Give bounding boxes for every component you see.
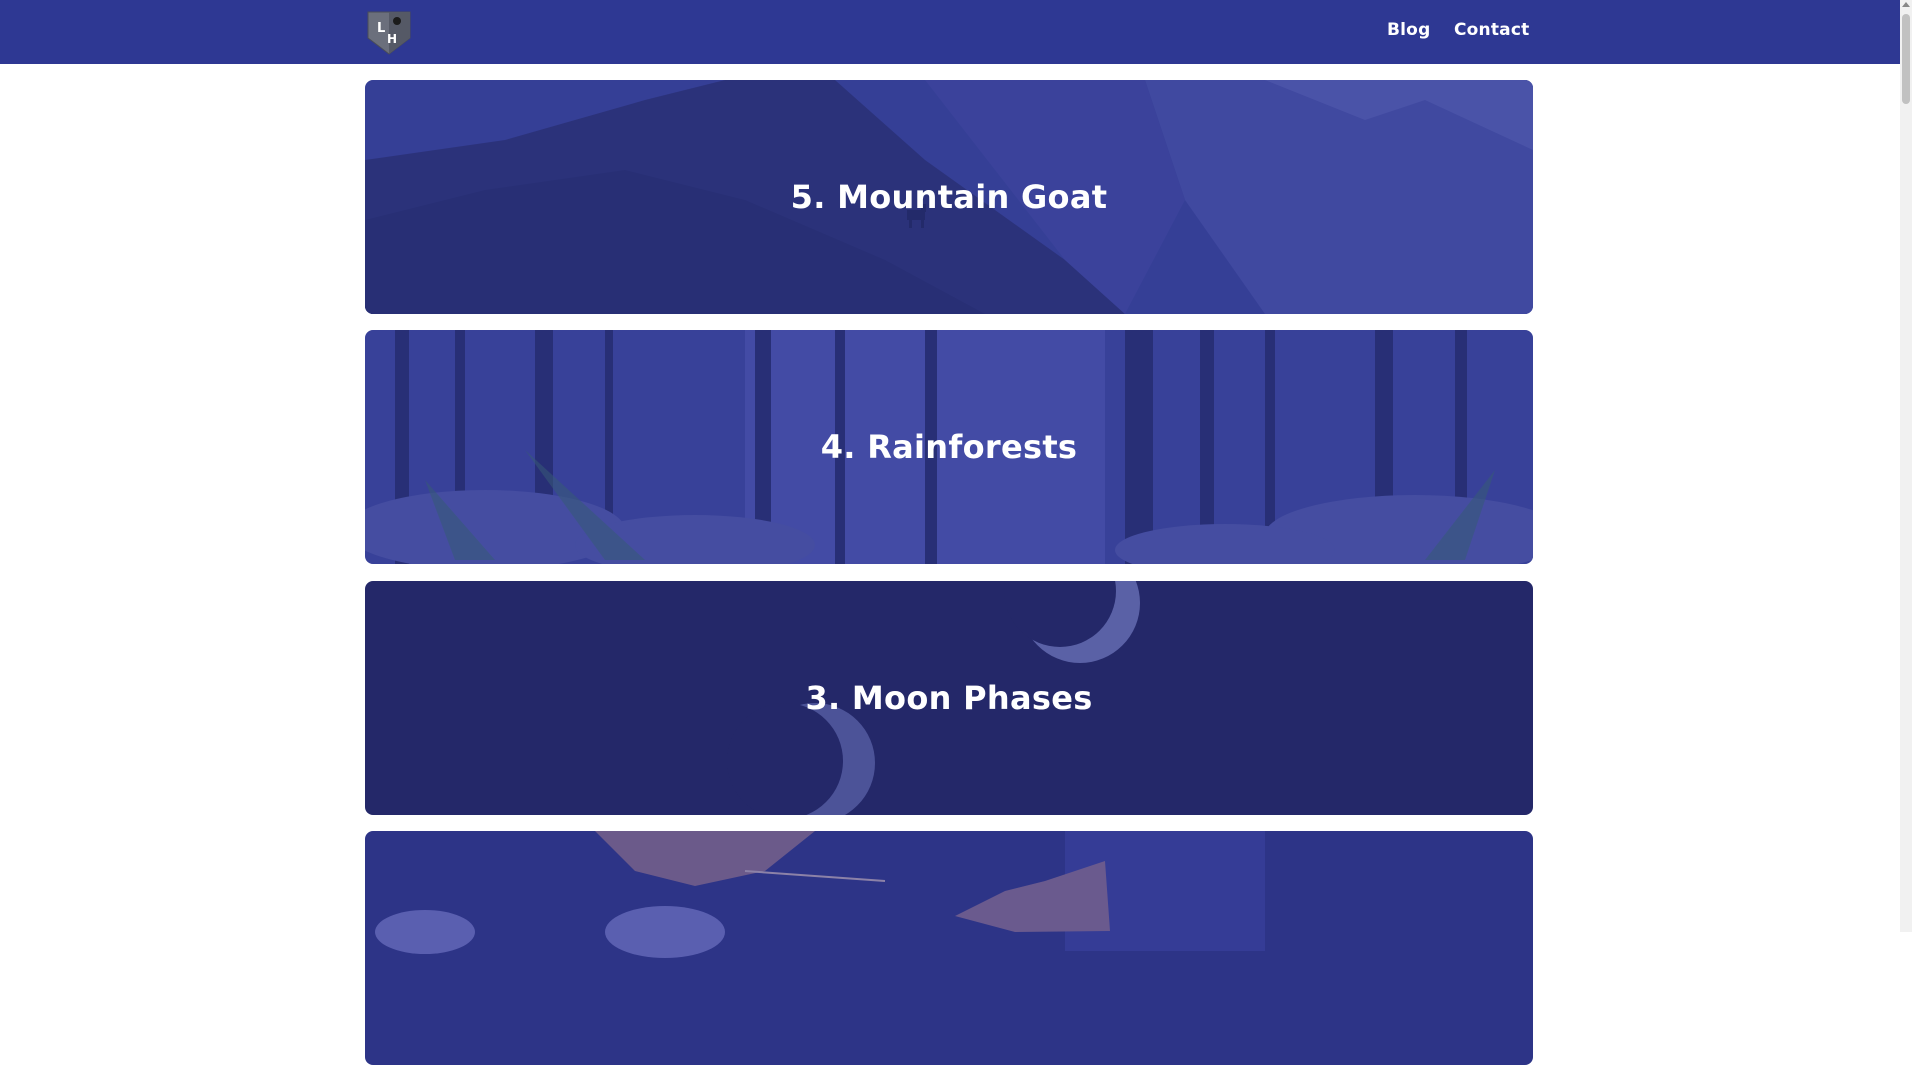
svg-text:L: L xyxy=(377,21,385,36)
post-card-butterflies[interactable] xyxy=(365,831,1533,1065)
svg-text:H: H xyxy=(387,32,397,46)
post-card-mountain-goat[interactable]: 5. Mountain Goat xyxy=(365,80,1533,314)
card-title: 3. Moon Phases xyxy=(805,679,1093,717)
vertical-scrollbar[interactable] xyxy=(1900,0,1912,932)
nav-link-blog[interactable]: Blog xyxy=(1387,20,1430,40)
card-title: 5. Mountain Goat xyxy=(790,178,1108,216)
post-card-moon-phases[interactable]: 3. Moon Phases xyxy=(365,581,1533,815)
navbar: L H Blog Contact xyxy=(0,0,1900,64)
card-title xyxy=(365,831,1533,1065)
nav-link-contact[interactable]: Contact xyxy=(1454,20,1529,40)
scroll-up-arrow-icon[interactable] xyxy=(1902,2,1910,7)
scroll-thumb[interactable] xyxy=(1902,14,1910,104)
post-card-rainforests[interactable]: 4. Rainforests xyxy=(365,330,1533,564)
card-title: 4. Rainforests xyxy=(820,428,1078,466)
shield-logo-icon[interactable]: L H xyxy=(366,10,412,56)
